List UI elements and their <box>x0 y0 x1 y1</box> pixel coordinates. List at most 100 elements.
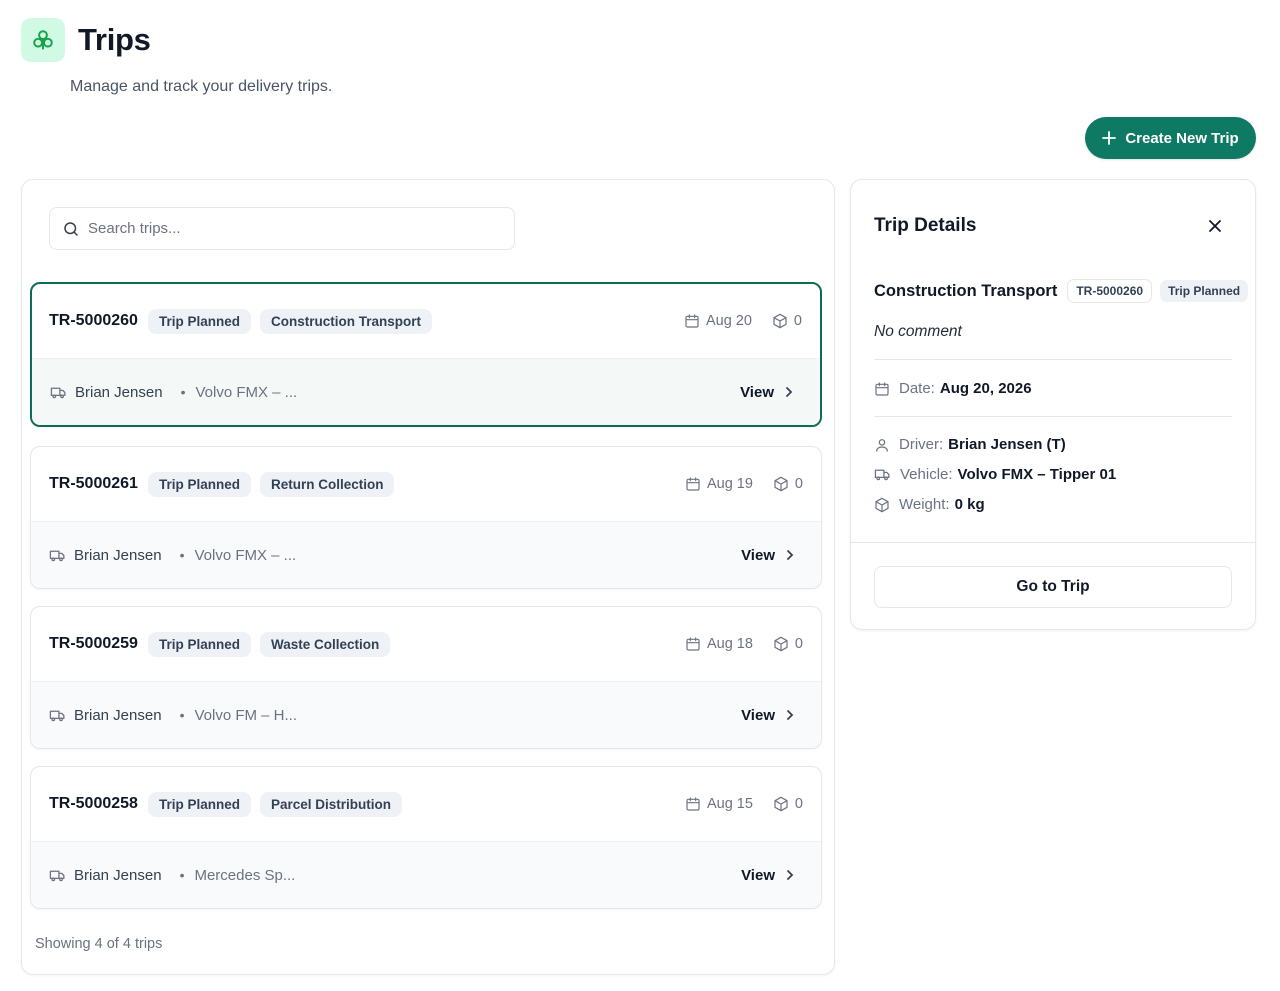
trip-package-count: 0 <box>794 476 803 492</box>
trip-date: Aug 15 <box>706 796 753 812</box>
trip-type-badge: Waste Collection <box>259 631 391 657</box>
truck-icon <box>50 387 66 398</box>
status-badge: Trip Planned <box>147 471 251 497</box>
details-status-badge: Trip Planned <box>1160 280 1249 302</box>
trip-date: Aug 20 <box>705 313 752 329</box>
trip-vehicle: Volvo FM – H... <box>194 706 298 724</box>
view-label: View <box>741 706 775 724</box>
trip-details-panel: Trip Details Construction Transport TR-5… <box>850 179 1256 630</box>
weight-value: 0 kg <box>954 496 985 513</box>
details-date-row: Date: Aug 20, 2026 <box>874 380 1032 397</box>
details-trip-id-badge: TR-5000260 <box>1067 279 1153 303</box>
plus-icon <box>1102 131 1117 145</box>
status-badge: Trip Planned <box>147 791 251 817</box>
view-trip-button[interactable]: View <box>741 682 795 748</box>
close-details-button[interactable] <box>1205 216 1225 236</box>
trip-date: Aug 19 <box>706 476 753 492</box>
trip-date: Aug 18 <box>706 636 753 652</box>
calendar-icon <box>875 381 889 396</box>
trip-id: TR-5000259 <box>49 635 138 652</box>
details-comment: No comment <box>874 323 962 340</box>
details-header: Construction Transport TR-5000260 Trip P… <box>874 279 1249 303</box>
trip-card[interactable]: TR-5000261 Trip Planned Return Collectio… <box>30 446 822 589</box>
trip-card-footer: Brian Jensen • Volvo FMX – ... View <box>32 358 820 425</box>
trip-card[interactable]: TR-5000258 Trip Planned Parcel Distribut… <box>30 766 822 909</box>
package-icon <box>774 476 788 492</box>
date-label: Date: <box>899 380 935 397</box>
trip-id: TR-5000261 <box>49 475 138 492</box>
trefoil-logo-icon <box>33 30 53 50</box>
truck-icon <box>49 550 65 561</box>
trip-card[interactable]: TR-5000260 Trip Planned Construction Tra… <box>30 282 822 427</box>
trip-type-badge: Parcel Distribution <box>259 791 402 817</box>
search-box[interactable] <box>49 207 515 250</box>
trip-driver: Brian Jensen <box>75 383 163 401</box>
view-trip-button[interactable]: View <box>741 522 795 588</box>
results-count: Showing 4 of 4 trips <box>35 936 163 952</box>
package-icon <box>773 313 787 329</box>
chevron-right-icon <box>787 710 794 720</box>
chevron-right-icon <box>787 870 794 880</box>
trip-card-header: TR-5000260 Trip Planned Construction Tra… <box>32 284 820 358</box>
package-icon <box>875 497 889 512</box>
trip-card-header: TR-5000258 Trip Planned Parcel Distribut… <box>31 767 821 841</box>
create-new-trip-button[interactable]: Create New Trip <box>1085 117 1256 159</box>
trip-package-count: 0 <box>794 636 803 652</box>
vehicle-value: Volvo FMX – Tipper 01 <box>957 466 1117 483</box>
chevron-right-icon <box>787 550 794 560</box>
trip-driver: Brian Jensen <box>74 866 162 884</box>
driver-label: Driver: <box>899 436 944 453</box>
trip-card-footer: Brian Jensen • Mercedes Sp... View <box>31 841 821 908</box>
divider <box>851 542 1255 543</box>
package-icon <box>774 636 788 652</box>
trips-list-panel: TR-5000260 Trip Planned Construction Tra… <box>21 179 835 975</box>
driver-value: Brian Jensen (T) <box>948 436 1066 453</box>
calendar-icon <box>686 637 700 651</box>
trip-card-header: TR-5000259 Trip Planned Waste Collection… <box>31 607 821 681</box>
date-value: Aug 20, 2026 <box>939 380 1032 397</box>
trip-card[interactable]: TR-5000259 Trip Planned Waste Collection… <box>30 606 822 749</box>
divider <box>874 359 1232 360</box>
trip-driver: Brian Jensen <box>74 546 162 564</box>
trip-type-badge: Return Collection <box>259 471 395 497</box>
go-to-trip-button[interactable]: Go to Trip <box>874 566 1232 608</box>
trip-meta: Aug 18 0 <box>685 607 803 681</box>
trip-id: TR-5000258 <box>49 795 138 812</box>
package-icon <box>774 796 788 812</box>
trip-card-footer: Brian Jensen • Volvo FM – H... View <box>31 681 821 748</box>
trip-vehicle: Volvo FMX – ... <box>194 546 297 564</box>
status-badge: Trip Planned <box>147 308 251 334</box>
trip-meta: Aug 15 0 <box>685 767 803 841</box>
chevron-right-icon <box>786 387 793 397</box>
app-logo <box>21 18 65 62</box>
trip-vehicle: Mercedes Sp... <box>194 866 296 884</box>
details-trip-type: Construction Transport <box>874 281 1058 300</box>
page-subtitle: Manage and track your delivery trips. <box>70 78 333 95</box>
weight-label: Weight: <box>899 496 950 513</box>
calendar-icon <box>685 314 699 328</box>
divider <box>874 416 1232 417</box>
search-input[interactable] <box>88 220 488 237</box>
trip-package-count: 0 <box>793 313 802 329</box>
truck-icon <box>49 710 65 721</box>
details-driver-row: Driver: Brian Jensen (T) <box>874 436 1066 453</box>
trip-meta: Aug 19 0 <box>685 447 803 521</box>
details-title: Trip Details <box>874 215 977 236</box>
view-trip-button[interactable]: View <box>740 359 794 425</box>
trip-card-footer: Brian Jensen • Volvo FMX – ... View <box>31 521 821 588</box>
user-icon <box>876 438 888 452</box>
view-label: View <box>741 546 775 564</box>
status-badge: Trip Planned <box>147 631 251 657</box>
trip-driver: Brian Jensen <box>74 706 162 724</box>
search-icon <box>64 221 78 236</box>
trip-package-count: 0 <box>794 796 803 812</box>
trip-vehicle: Volvo FMX – ... <box>195 383 298 401</box>
view-trip-button[interactable]: View <box>741 842 795 908</box>
details-weight-row: Weight: 0 kg <box>874 496 985 513</box>
trip-type-badge: Construction Transport <box>259 308 432 334</box>
details-vehicle-row: Vehicle: Volvo FMX – Tipper 01 <box>874 466 1116 483</box>
trip-card-header: TR-5000261 Trip Planned Return Collectio… <box>31 447 821 521</box>
view-label: View <box>740 383 774 401</box>
view-label: View <box>741 866 775 884</box>
vehicle-label: Vehicle: <box>900 466 953 483</box>
